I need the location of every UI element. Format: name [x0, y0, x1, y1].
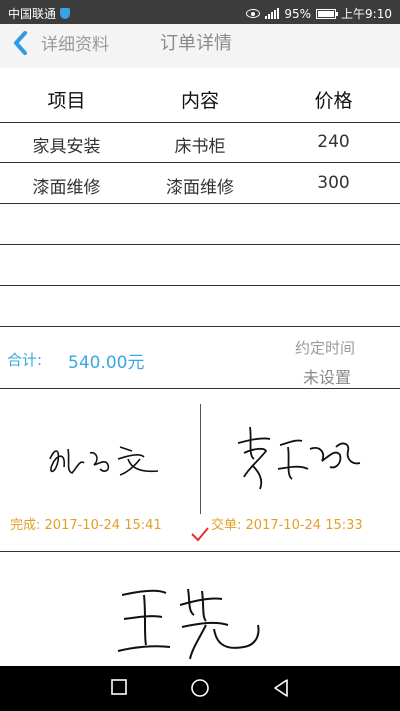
system-navigation-bar [0, 666, 400, 711]
column-header-price: 价格 [314, 90, 353, 112]
signal-icon [265, 8, 280, 19]
triangle-back-icon[interactable] [272, 678, 290, 698]
signature-worker [49, 446, 159, 476]
cell-content: 床书柜 [174, 137, 226, 157]
submitted-timestamp: 交单: 2017-10-24 15:33 [211, 514, 363, 533]
cell-item: 家具安装 [32, 137, 101, 157]
column-header-item: 项目 [47, 90, 86, 112]
completed-timestamp: 完成: 2017-10-24 15:41 [10, 514, 162, 533]
total-label: 合计: [7, 351, 43, 369]
appointment-value[interactable]: 未设置 [303, 364, 351, 388]
column-header-content: 内容 [180, 90, 219, 112]
back-label[interactable]: 详细资料 [41, 30, 109, 55]
submitted-label: 交单: [211, 518, 242, 533]
total-value: 540.00元 [68, 353, 145, 373]
eye-icon [246, 9, 261, 18]
cell-content: 漆面维修 [166, 178, 234, 198]
cell-item: 漆面维修 [32, 178, 101, 198]
table-row-empty [0, 245, 400, 286]
battery-percent: 95% [284, 6, 312, 21]
table-row-empty [0, 204, 400, 245]
signature-final [117, 588, 260, 660]
cell-price: 240 [317, 132, 350, 152]
chevron-left-icon[interactable] [12, 30, 32, 56]
appointment-label: 约定时间 [294, 339, 355, 357]
square-icon[interactable] [110, 678, 128, 696]
table-header: 项目 内容 价格 [0, 78, 400, 123]
table-row-empty [0, 286, 400, 327]
completed-time: 2017-10-24 15:41 [44, 518, 162, 533]
signature-customer [237, 426, 361, 490]
clock: 上午9:10 [341, 7, 392, 21]
signature-area: 完成: 2017-10-24 15:41 交单: 2017-10-24 15:3… [0, 389, 400, 552]
battery-icon [316, 8, 339, 19]
navigation-bar: 详细资料 订单详情 [0, 24, 400, 68]
circle-icon[interactable] [190, 678, 210, 698]
signature-divider [200, 404, 201, 514]
status-bar: 中国联通 95% 上午9:10 [0, 0, 400, 24]
order-summary: 合计: 540.00元 约定时间 未设置 [0, 327, 400, 389]
checkmark-icon [191, 527, 209, 542]
carrier-label: 中国联通 [8, 7, 57, 21]
table-row: 漆面维修 漆面维修 300 [0, 163, 400, 204]
page-title: 订单详情 [160, 33, 232, 54]
cell-price: 300 [317, 173, 350, 193]
submitted-time: 2017-10-24 15:33 [245, 518, 363, 533]
completed-label: 完成: [10, 518, 41, 533]
shield-icon [60, 8, 71, 19]
table-row: 家具安装 床书柜 240 [0, 122, 400, 163]
